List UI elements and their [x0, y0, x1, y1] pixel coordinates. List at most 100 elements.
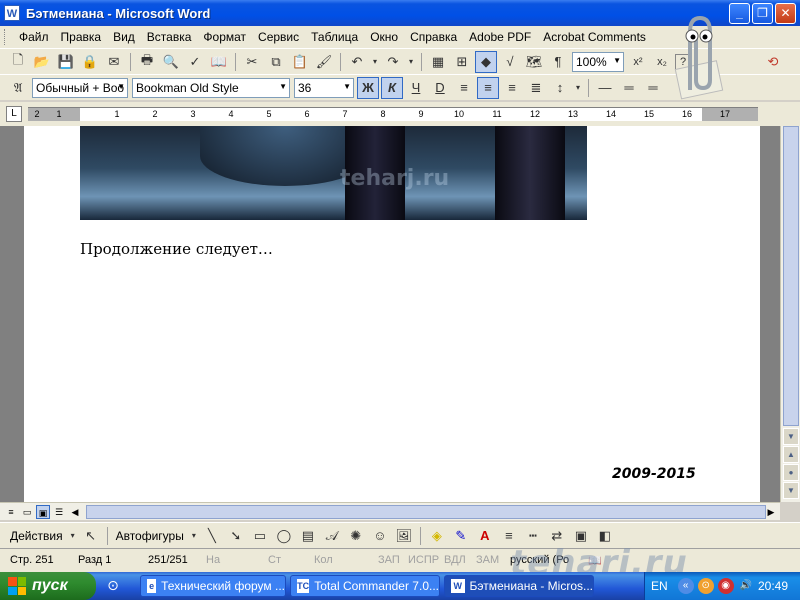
minimize-button[interactable]: _	[729, 3, 750, 24]
permission-icon[interactable]: 🔒	[79, 51, 101, 73]
word-app-icon[interactable]: W	[4, 5, 20, 21]
autoshapes-menu[interactable]: Автофигуры	[116, 529, 184, 543]
next-page-button[interactable]: ▼	[783, 482, 799, 499]
line-icon[interactable]: ╲	[201, 525, 223, 547]
font-size-select[interactable]: 36 ▼	[294, 77, 354, 98]
document-image[interactable]: teharj.ru	[80, 126, 587, 220]
research-icon[interactable]: 📖	[208, 51, 230, 73]
oval-icon[interactable]: ◯	[273, 525, 295, 547]
start-button[interactable]: пуск	[0, 572, 96, 600]
task-word[interactable]: W Бэтмениана - Micros...	[444, 575, 594, 597]
redo-icon[interactable]: ↷	[382, 51, 404, 73]
line-color-icon[interactable]: ✎	[450, 525, 472, 547]
close-button[interactable]: ✕	[775, 3, 796, 24]
line-spacing-icon[interactable]: ↕	[549, 77, 571, 99]
menu-window[interactable]: Окно	[364, 30, 404, 44]
tab-selector[interactable]: L	[6, 106, 22, 122]
document-page[interactable]: teharj.ru Продолжение следует… 2009-2015	[24, 126, 760, 502]
align-center-icon[interactable]: ≡	[477, 76, 499, 99]
print-preview-icon[interactable]: 🔍	[160, 51, 182, 73]
menu-tools[interactable]: Сервис	[252, 30, 305, 44]
print-icon[interactable]: 🖶	[136, 51, 158, 73]
font-color-icon[interactable]: A	[474, 525, 496, 547]
maximize-button[interactable]: ❐	[752, 3, 773, 24]
styles-pane-icon[interactable]: 𝔄	[7, 77, 29, 99]
italic-button[interactable]: К	[381, 76, 403, 99]
bullets-icon[interactable]: ═	[618, 77, 640, 99]
superscript-icon[interactable]: x²	[627, 51, 649, 73]
horizontal-scroll-thumb[interactable]	[86, 505, 766, 519]
status-trk[interactable]: ИСПР	[408, 554, 439, 566]
new-icon[interactable]: 🗋	[7, 51, 29, 73]
align-left-icon[interactable]: ≡	[453, 77, 475, 99]
status-rec[interactable]: ЗАП	[378, 554, 400, 566]
bold-button[interactable]: Ж	[357, 76, 379, 99]
decrease-indent-icon[interactable]: ═	[642, 77, 664, 99]
print-layout-view-icon[interactable]: ▣	[36, 505, 50, 519]
undo-dropdown-icon[interactable]: ▾	[370, 51, 380, 73]
rectangle-icon[interactable]: ▭	[249, 525, 271, 547]
previous-page-button[interactable]: ▲	[783, 446, 799, 463]
horizontal-ruler[interactable]: L 2 1 1 2 3 4 5 6 7 8 9 10 11 12 13 14 1…	[0, 102, 800, 126]
tray-app-icon[interactable]: ⊙	[697, 578, 714, 594]
insert-table-icon[interactable]: ⊞	[451, 51, 473, 73]
menu-format[interactable]: Формат	[197, 30, 252, 44]
menu-table[interactable]: Таблица	[305, 30, 364, 44]
copy-icon[interactable]: ⧉	[265, 51, 287, 73]
fill-color-icon[interactable]: ◈	[426, 525, 448, 547]
vertical-scrollbar[interactable]: ▼ ▲ ● ▼	[780, 126, 800, 502]
tables-borders-icon[interactable]: ▦	[427, 51, 449, 73]
scroll-left-icon[interactable]: ◀	[68, 505, 82, 519]
double-underline-button[interactable]: D	[429, 77, 451, 99]
tray-arrow-icon[interactable]: «	[677, 578, 694, 594]
menu-insert[interactable]: Вставка	[141, 30, 198, 44]
document-map-icon[interactable]: 🗺	[523, 51, 545, 73]
line-spacing-dropdown-icon[interactable]: ▾	[573, 77, 583, 99]
status-ovr[interactable]: ЗАМ	[476, 554, 499, 566]
document-paragraph[interactable]: Продолжение следует…	[80, 240, 273, 258]
paste-icon[interactable]: 📋	[289, 51, 311, 73]
browse-object-button[interactable]: ●	[783, 464, 799, 481]
horizontal-scrollbar[interactable]: ≡ ▭ ▣ ☰ ◀ ▶	[0, 502, 780, 520]
scroll-down-button[interactable]: ▼	[783, 428, 799, 445]
menu-file[interactable]: Файл	[13, 30, 55, 44]
document-years[interactable]: 2009-2015	[612, 466, 696, 482]
email-icon[interactable]: ✉	[103, 51, 125, 73]
normal-view-icon[interactable]: ≡	[4, 505, 18, 519]
arrow-icon[interactable]: ➘	[225, 525, 247, 547]
outline-view-icon[interactable]: ☰	[52, 505, 66, 519]
web-view-icon[interactable]: ▭	[20, 505, 34, 519]
spelling-icon[interactable]: ✓	[184, 51, 206, 73]
menu-adobe-pdf[interactable]: Adobe PDF	[463, 30, 537, 44]
numbering-icon[interactable]: —	[594, 77, 616, 99]
underline-button[interactable]: Ч	[405, 77, 427, 99]
adobe-pdf-icon[interactable]: ⟲	[762, 51, 784, 73]
tray-volume-icon[interactable]: 🔊	[738, 578, 754, 594]
chevron-down-icon[interactable]: ▾	[189, 525, 199, 547]
menu-edit[interactable]: Правка	[55, 30, 108, 44]
status-ext[interactable]: ВДЛ	[444, 554, 466, 566]
vertical-scroll-thumb[interactable]	[783, 126, 799, 426]
wordart-icon[interactable]: 𝒜	[321, 525, 343, 547]
show-hide-icon[interactable]: ¶	[547, 51, 569, 73]
menu-view[interactable]: Вид	[107, 30, 141, 44]
style-select[interactable]: Обычный + Boo ▼	[32, 77, 128, 98]
menu-help[interactable]: Справка	[404, 30, 463, 44]
redo-dropdown-icon[interactable]: ▾	[406, 51, 416, 73]
menu-grip[interactable]	[4, 29, 7, 45]
font-select[interactable]: Bookman Old Style ▼	[132, 77, 290, 98]
draw-actions-menu[interactable]: Действия	[10, 529, 63, 543]
chevron-down-icon[interactable]: ▾	[68, 525, 78, 547]
menu-acrobat-comments[interactable]: Acrobat Comments	[537, 30, 652, 44]
tray-shield-icon[interactable]: ◉	[717, 578, 734, 594]
clipart-icon[interactable]: ☺	[369, 525, 391, 547]
office-assistant-clippy-icon[interactable]	[668, 10, 728, 100]
scroll-right-icon[interactable]: ▶	[764, 505, 778, 519]
diagram-icon[interactable]: ✺	[345, 525, 367, 547]
insert-picture-icon[interactable]: 🖼	[393, 525, 415, 547]
cut-icon[interactable]: ✂	[241, 51, 263, 73]
textbox-icon[interactable]: ▤	[297, 525, 319, 547]
task-total-commander[interactable]: TC Total Commander 7.0...	[290, 575, 440, 597]
open-icon[interactable]: 📂	[31, 51, 53, 73]
undo-icon[interactable]: ↶	[346, 51, 368, 73]
